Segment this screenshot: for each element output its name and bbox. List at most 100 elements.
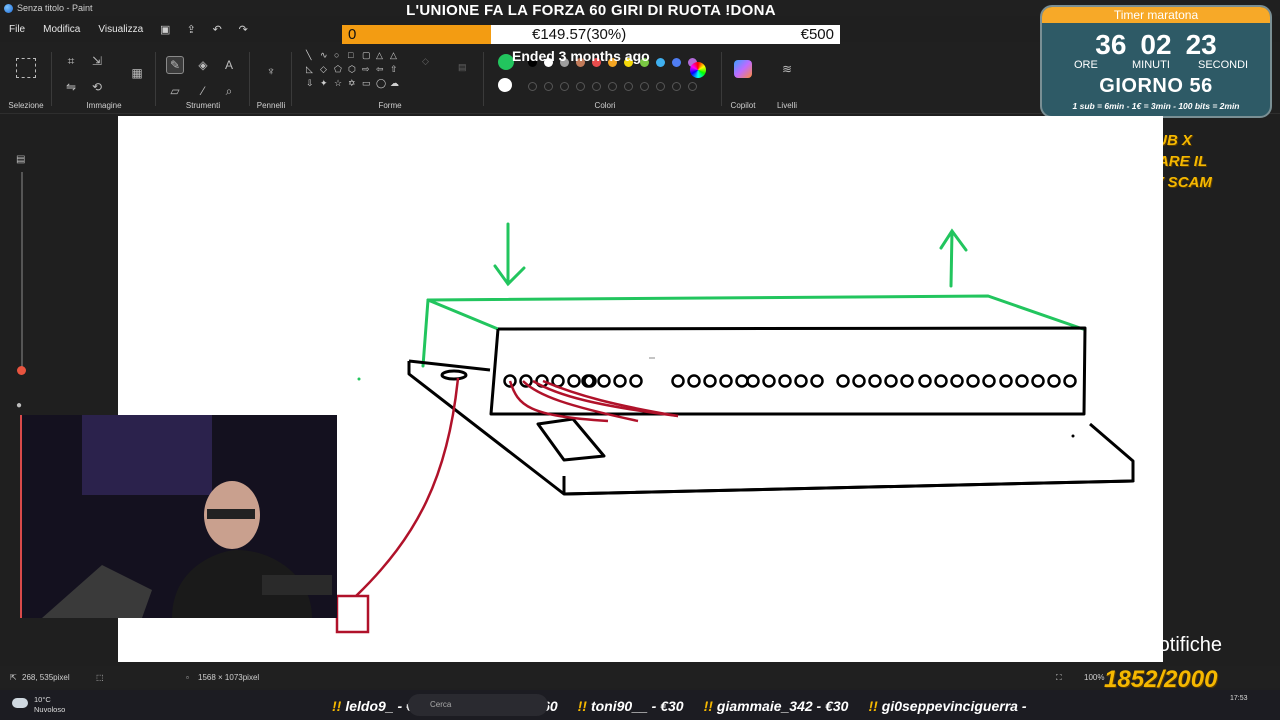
redo-icon[interactable]: ↷: [230, 23, 256, 36]
image-select-icon[interactable]: ▦: [128, 64, 146, 82]
image-group-label: Immagine: [86, 101, 122, 110]
arrow-left-shape-icon[interactable]: ⇦: [376, 64, 384, 75]
weather-widget[interactable]: 10°C Nuvoloso: [12, 695, 65, 715]
rectangle-shape-icon[interactable]: □: [348, 50, 353, 60]
board-strokes: [407, 326, 1135, 496]
timer-hours-label: ORE: [1074, 59, 1098, 71]
color-picker-icon[interactable]: ⁄: [194, 82, 212, 100]
star4-shape-icon[interactable]: ✦: [320, 78, 328, 89]
oval-shape-icon[interactable]: ○: [334, 50, 339, 60]
copilot-icon[interactable]: [734, 60, 752, 78]
taskbar-search[interactable]: Cerca: [408, 694, 548, 716]
custom-color-slot[interactable]: [672, 82, 681, 91]
custom-color-slot[interactable]: [656, 82, 665, 91]
star5-shape-icon[interactable]: ☆: [334, 78, 342, 89]
fit-icon[interactable]: ⛶: [1056, 673, 1062, 683]
ticker-entry: giammaie_342 - €30: [716, 698, 849, 714]
custom-color-slot[interactable]: [640, 82, 649, 91]
pin-hole: [999, 374, 1013, 388]
layers-icon[interactable]: ≋: [778, 60, 796, 78]
paint-app-icon: [4, 3, 13, 13]
copilot-group-label: Copilot: [730, 101, 756, 110]
pin-hole: [982, 374, 996, 388]
menu-edit[interactable]: Modifica: [34, 24, 89, 35]
zoom-track[interactable]: [21, 172, 23, 372]
oval-callout-shape-icon[interactable]: ◯: [376, 78, 386, 89]
flip-icon[interactable]: ⇋: [62, 78, 80, 96]
triangle-shape-icon[interactable]: △: [390, 50, 397, 61]
fill-icon[interactable]: ◈: [194, 56, 212, 74]
zoom-thumb[interactable]: [17, 366, 26, 375]
custom-color-slot[interactable]: [544, 82, 553, 91]
polygon-shape-icon[interactable]: △: [376, 50, 383, 61]
board-pins: [503, 374, 1077, 388]
arrow-down-shape-icon[interactable]: ⇩: [306, 78, 314, 89]
window-title: Senza titolo - Paint: [17, 3, 93, 13]
ribbon-divider: [721, 52, 722, 106]
green-dot: [357, 377, 361, 381]
down-arrow-icon: [493, 222, 526, 287]
color-wheel-icon[interactable]: [690, 62, 706, 78]
diamond-shape-icon[interactable]: ◇: [320, 64, 327, 75]
custom-color-slot[interactable]: [560, 82, 569, 91]
right-triangle-shape-icon[interactable]: ◺: [306, 64, 313, 75]
goal-status: Ended 3 months ago: [512, 48, 650, 64]
pencil-icon[interactable]: ✎: [166, 56, 184, 74]
share-icon[interactable]: ⇪: [178, 23, 204, 36]
zoom-slider[interactable]: ▤ ●: [14, 150, 30, 411]
selection-icon[interactable]: [16, 58, 36, 78]
ticker-entry: gi0seppevinciguerra -: [881, 698, 1027, 714]
crop-icon[interactable]: ⌗: [62, 52, 80, 70]
color-swatch[interactable]: [672, 58, 681, 67]
resize-icon[interactable]: ⇲: [88, 52, 106, 70]
secondary-color-swatch[interactable]: [498, 78, 512, 92]
star6-shape-icon[interactable]: ✡: [348, 78, 356, 89]
callout-shape-icon[interactable]: ▭: [362, 78, 371, 89]
pentagon-shape-icon[interactable]: ⬠: [334, 64, 342, 75]
green-left-post: [421, 298, 430, 368]
custom-color-slot[interactable]: [528, 82, 537, 91]
zoom-in-icon[interactable]: ▤: [16, 154, 25, 165]
eraser-icon[interactable]: ▱: [166, 82, 184, 100]
custom-color-slot[interactable]: [624, 82, 633, 91]
timer-digits: 36 02 23: [1042, 29, 1270, 61]
custom-color-slot[interactable]: [608, 82, 617, 91]
cloud-callout-shape-icon[interactable]: ☁: [390, 78, 399, 89]
text-tool-icon[interactable]: A: [220, 56, 238, 74]
green-top-line: [426, 294, 1085, 331]
rounded-rect-shape-icon[interactable]: ▢: [362, 50, 371, 61]
layers-group-label: Livelli: [776, 101, 797, 110]
ticker-icon: !!: [332, 698, 342, 714]
fill-style-icon[interactable]: ▤: [458, 62, 467, 73]
pointer-icon: ⇱: [10, 673, 17, 682]
custom-color-slot[interactable]: [576, 82, 585, 91]
pin-hole: [567, 374, 581, 388]
line-shape-icon[interactable]: ╲: [306, 50, 311, 61]
timer-minutes-label: MINUTI: [1132, 59, 1170, 71]
magnifier-icon[interactable]: ⌕: [220, 82, 238, 100]
color-swatch[interactable]: [656, 58, 665, 67]
goal-current: €149.57(30%): [532, 26, 627, 43]
brush-icon[interactable]: ♆: [262, 62, 280, 80]
fill-drop-icon[interactable]: ●: [16, 400, 22, 411]
custom-color-slot[interactable]: [592, 82, 601, 91]
shapes-group-label: Forme: [378, 101, 402, 110]
shapes-group: ╲ ∿ ○ □ ▢ △ △ ◺ ◇ ⬠ ⬡ ⇨ ⇦ ⇧ ⇩ ✦ ☆ ✡ ▭ ◯ …: [300, 48, 484, 112]
pin-hole: [671, 374, 685, 388]
pin-hole: [762, 374, 776, 388]
arrow-up-shape-icon[interactable]: ⇧: [390, 64, 398, 75]
rotate-icon[interactable]: ⟲: [88, 78, 106, 96]
menu-view[interactable]: Visualizza: [89, 24, 152, 35]
curve-shape-icon[interactable]: ∿: [320, 50, 328, 61]
custom-color-slot[interactable]: [688, 82, 697, 91]
save-icon[interactable]: ▣: [152, 23, 178, 36]
pin-hole: [966, 374, 980, 388]
undo-icon[interactable]: ↶: [204, 23, 230, 36]
hexagon-shape-icon[interactable]: ⬡: [348, 64, 356, 75]
zoom-level[interactable]: 100%: [1084, 673, 1104, 682]
microphone: [262, 575, 332, 595]
timer-seconds: 23: [1185, 29, 1217, 60]
outline-icon[interactable]: ◇: [422, 56, 429, 67]
menu-file[interactable]: File: [0, 24, 34, 35]
arrow-right-shape-icon[interactable]: ⇨: [362, 64, 370, 75]
